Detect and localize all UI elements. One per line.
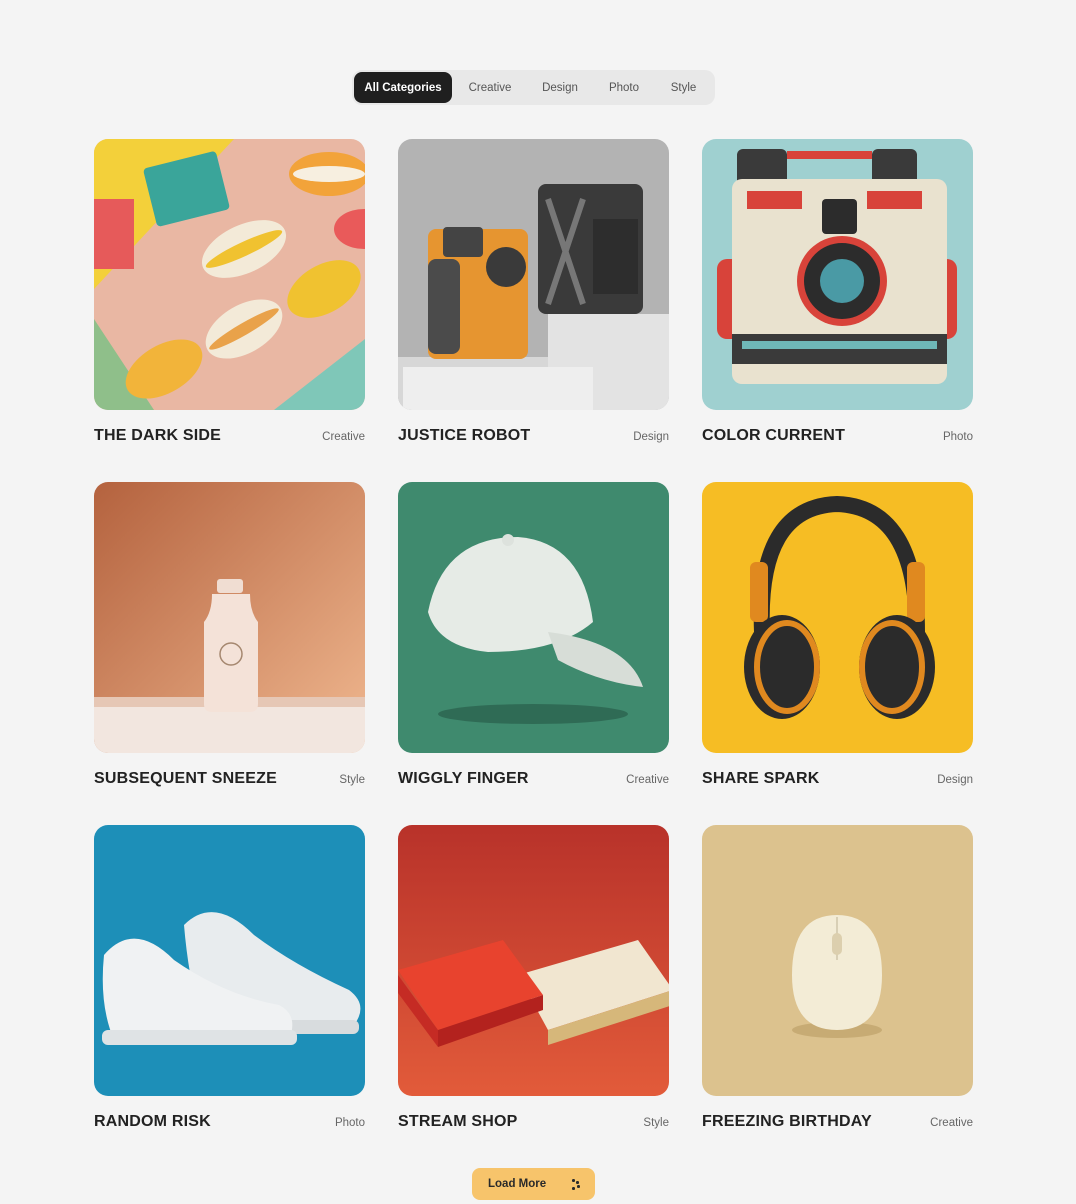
card-title[interactable]: STREAM SHOP: [398, 1113, 518, 1131]
card-category: Style: [643, 1117, 669, 1129]
card-category: Design: [633, 431, 669, 443]
card-title[interactable]: SHARE SPARK: [702, 770, 819, 788]
filter-all-categories[interactable]: All Categories: [354, 72, 452, 103]
filter-photo[interactable]: Photo: [592, 72, 656, 103]
mouse-image[interactable]: [702, 825, 973, 1096]
load-more-button[interactable]: Load More: [472, 1168, 595, 1200]
portfolio-card[interactable]: THE DARK SIDE Creative: [94, 139, 365, 445]
filter-style[interactable]: Style: [656, 72, 711, 103]
card-category: Creative: [322, 431, 365, 443]
card-title[interactable]: FREEZING BIRTHDAY: [702, 1113, 872, 1131]
bottle-image[interactable]: [94, 482, 365, 753]
card-title[interactable]: COLOR CURRENT: [702, 427, 845, 445]
robot-cameras-image[interactable]: [398, 139, 669, 410]
business-cards-image[interactable]: [398, 825, 669, 1096]
polaroid-camera-image[interactable]: [702, 139, 973, 410]
card-title[interactable]: RANDOM RISK: [94, 1113, 211, 1131]
headphones-image[interactable]: [702, 482, 973, 753]
portfolio-card[interactable]: RANDOM RISK Photo: [94, 825, 365, 1131]
portfolio-card[interactable]: JUSTICE ROBOT Design: [398, 139, 669, 445]
portfolio-card[interactable]: SHARE SPARK Design: [702, 482, 973, 788]
portfolio-page: All Categories Creative Design Photo Sty…: [0, 0, 1076, 1204]
card-title[interactable]: THE DARK SIDE: [94, 427, 221, 445]
portfolio-card[interactable]: WIGGLY FINGER Creative: [398, 482, 669, 788]
sneakers-image[interactable]: [94, 825, 365, 1096]
macarons-image[interactable]: [94, 139, 365, 410]
card-title[interactable]: WIGGLY FINGER: [398, 770, 529, 788]
portfolio-card[interactable]: FREEZING BIRTHDAY Creative: [702, 825, 973, 1131]
portfolio-card[interactable]: SUBSEQUENT SNEEZE Style: [94, 482, 365, 788]
card-category: Photo: [334, 1117, 365, 1129]
card-category: Creative: [626, 774, 669, 786]
filter-creative[interactable]: Creative: [452, 72, 528, 103]
filter-design[interactable]: Design: [528, 72, 592, 103]
category-filter-bar: All Categories Creative Design Photo Sty…: [352, 70, 715, 105]
card-category: Design: [937, 774, 973, 786]
load-more-label: Load More: [488, 1178, 547, 1190]
card-title[interactable]: JUSTICE ROBOT: [398, 427, 530, 445]
card-category: Photo: [942, 431, 973, 443]
card-category: Creative: [930, 1117, 973, 1129]
portfolio-card[interactable]: STREAM SHOP Style: [398, 825, 669, 1131]
card-category: Style: [339, 774, 365, 786]
loading-dots-icon: [571, 1178, 581, 1190]
cap-image[interactable]: [398, 482, 669, 753]
portfolio-card[interactable]: COLOR CURRENT Photo: [702, 139, 973, 445]
card-title[interactable]: SUBSEQUENT SNEEZE: [94, 770, 277, 788]
